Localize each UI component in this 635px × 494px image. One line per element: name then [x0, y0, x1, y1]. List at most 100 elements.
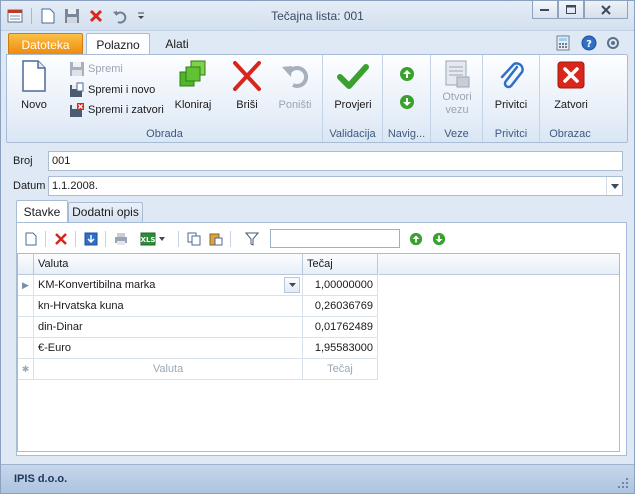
delete-x-icon: [55, 233, 67, 245]
resize-grip-icon[interactable]: [618, 478, 628, 488]
grid-export-excel-button[interactable]: XLS: [137, 229, 167, 249]
grid-new-row-button[interactable]: [21, 229, 41, 249]
row-pointer-icon: ▶: [18, 275, 34, 296]
column-header-tecaj[interactable]: Tečaj: [303, 254, 378, 275]
broj-field[interactable]: 001: [48, 151, 623, 171]
grid-filter-button[interactable]: [242, 229, 262, 249]
grid-move-up-button[interactable]: [406, 229, 426, 249]
ribbon: Novo Spremi Spremi i novo Spremi i zatvo…: [6, 54, 628, 143]
grid-move-down-button[interactable]: [429, 229, 449, 249]
datum-field[interactable]: 1.1.2008.: [48, 176, 623, 196]
navigate-down-button[interactable]: [399, 93, 415, 111]
cell-valuta[interactable]: din-Dinar: [34, 317, 303, 338]
checkmark-icon: [337, 64, 369, 89]
grid-search-input[interactable]: [270, 229, 400, 248]
status-bar: IPIS d.o.o.: [1, 464, 634, 493]
paperclip-icon: [500, 62, 524, 89]
maximize-button[interactable]: [558, 1, 584, 19]
form-area: Broj 001 Datum 1.1.2008. Stavke Dodatni …: [6, 146, 628, 461]
new-row-tecaj[interactable]: Tečaj: [303, 359, 378, 380]
copy-icon: [187, 232, 201, 246]
datum-value: 1.1.2008.: [52, 180, 98, 192]
new-row[interactable]: ✱ Valuta Tečaj: [18, 359, 379, 380]
tab-polazno[interactable]: Polazno: [86, 33, 150, 55]
grid-toolbar-separator: [230, 231, 231, 247]
tab-dodatni-opis[interactable]: Dodatni opis: [68, 202, 143, 222]
novo-button[interactable]: Novo: [16, 59, 52, 112]
brisi-button[interactable]: Briši: [229, 59, 265, 112]
close-window-button[interactable]: [584, 1, 628, 19]
minimize-button[interactable]: [532, 1, 558, 19]
grid-header-indicator: [18, 254, 34, 275]
grid-paste-button[interactable]: [206, 229, 226, 249]
kloniraj-label: Kloniraj: [174, 99, 212, 111]
group-obrazac: Zatvori Obrazac: [540, 55, 627, 142]
spremi-i-zatvori-label: Spremi i zatvori: [88, 104, 164, 116]
grid-save-button[interactable]: [81, 229, 101, 249]
save-down-icon: [84, 232, 98, 246]
cell-tecaj[interactable]: 0,01762489: [303, 317, 378, 338]
open-link-icon: [445, 60, 470, 88]
tab-alati[interactable]: Alati: [159, 33, 195, 55]
cell-valuta[interactable]: KM-Konvertibilna marka: [34, 275, 303, 296]
group-validacija: Provjeri Validacija: [323, 55, 383, 142]
new-document-icon: [25, 232, 37, 246]
calculator-icon[interactable]: [554, 34, 572, 52]
app-window: Tečajna lista: 001 Datoteka Polazno Alat…: [0, 0, 635, 494]
row-indicator: [18, 296, 34, 317]
datum-dropdown-button[interactable]: [606, 177, 622, 195]
cell-tecaj[interactable]: 0,26036769: [303, 296, 378, 317]
otvori-vezu-button[interactable]: Otvori vezu: [437, 59, 477, 117]
cell-tecaj[interactable]: 1,00000000: [303, 275, 378, 296]
zatvori-label: Zatvori: [554, 99, 588, 111]
window-controls: [532, 1, 628, 19]
brisi-label: Briši: [236, 99, 258, 111]
close-red-icon: [557, 61, 585, 89]
table-row[interactable]: din-Dinar 0,01762489: [18, 317, 379, 338]
stavke-panel: XLS Valuta Tečaj ▶ KM-Konvertibilna mark…: [16, 222, 627, 456]
options-icon[interactable]: [604, 34, 622, 52]
chevron-down-icon: [288, 283, 296, 287]
table-row[interactable]: €-Euro 1,95583000: [18, 338, 379, 359]
stavke-grid: Valuta Tečaj ▶ KM-Konvertibilna marka 1,…: [17, 253, 620, 452]
help-icon[interactable]: ?: [580, 34, 598, 52]
grid-delete-button[interactable]: [51, 229, 71, 249]
privitci-label: Privitci: [494, 99, 528, 111]
ribbon-tab-strip: Datoteka Polazno Alati ?: [1, 31, 634, 55]
cell-valuta-text: KM-Konvertibilna marka: [38, 279, 156, 291]
cell-tecaj[interactable]: 1,95583000: [303, 338, 378, 359]
cell-valuta[interactable]: kn-Hrvatska kuna: [34, 296, 303, 317]
spremi-i-zatvori-button[interactable]: Spremi i zatvori: [69, 101, 164, 119]
grid-header-row: Valuta Tečaj: [18, 254, 379, 275]
navigate-up-button[interactable]: [399, 65, 415, 83]
grid-toolbar: XLS: [17, 227, 626, 251]
cell-valuta[interactable]: €-Euro: [34, 338, 303, 359]
group-veze: Otvori vezu Veze: [431, 55, 483, 142]
table-row[interactable]: kn-Hrvatska kuna 0,26036769: [18, 296, 379, 317]
valuta-dropdown-button[interactable]: [284, 277, 300, 293]
zatvori-button[interactable]: Zatvori: [550, 59, 592, 112]
clone-icon: [179, 60, 206, 87]
privitci-button[interactable]: Privitci: [489, 59, 533, 112]
new-row-valuta[interactable]: Valuta: [34, 359, 303, 380]
spremi-button[interactable]: Spremi: [69, 60, 123, 78]
print-icon: [115, 233, 127, 245]
provjeri-label: Provjeri: [334, 99, 372, 111]
kloniraj-button[interactable]: Kloniraj: [173, 59, 213, 112]
grid-copy-button[interactable]: [184, 229, 204, 249]
grid-print-button[interactable]: [111, 229, 131, 249]
group-navigacija: Navig...: [383, 55, 431, 142]
tab-datoteka[interactable]: Datoteka: [8, 33, 83, 54]
provjeri-button[interactable]: Provjeri: [329, 59, 377, 112]
spremi-i-novo-button[interactable]: Spremi i novo: [69, 81, 155, 99]
tab-stavke[interactable]: Stavke: [16, 200, 68, 223]
title-bar: Tečajna lista: 001: [1, 1, 634, 31]
group-obrada-label: Obrada: [146, 128, 183, 140]
ponisti-button[interactable]: Poništi: [275, 59, 315, 112]
grid-toolbar-separator: [178, 231, 179, 247]
grid-toolbar-separator: [105, 231, 106, 247]
datum-label: Datum: [13, 180, 46, 192]
row-indicator: [18, 338, 34, 359]
column-header-valuta[interactable]: Valuta: [34, 254, 303, 275]
table-row[interactable]: ▶ KM-Konvertibilna marka 1,00000000: [18, 275, 379, 296]
